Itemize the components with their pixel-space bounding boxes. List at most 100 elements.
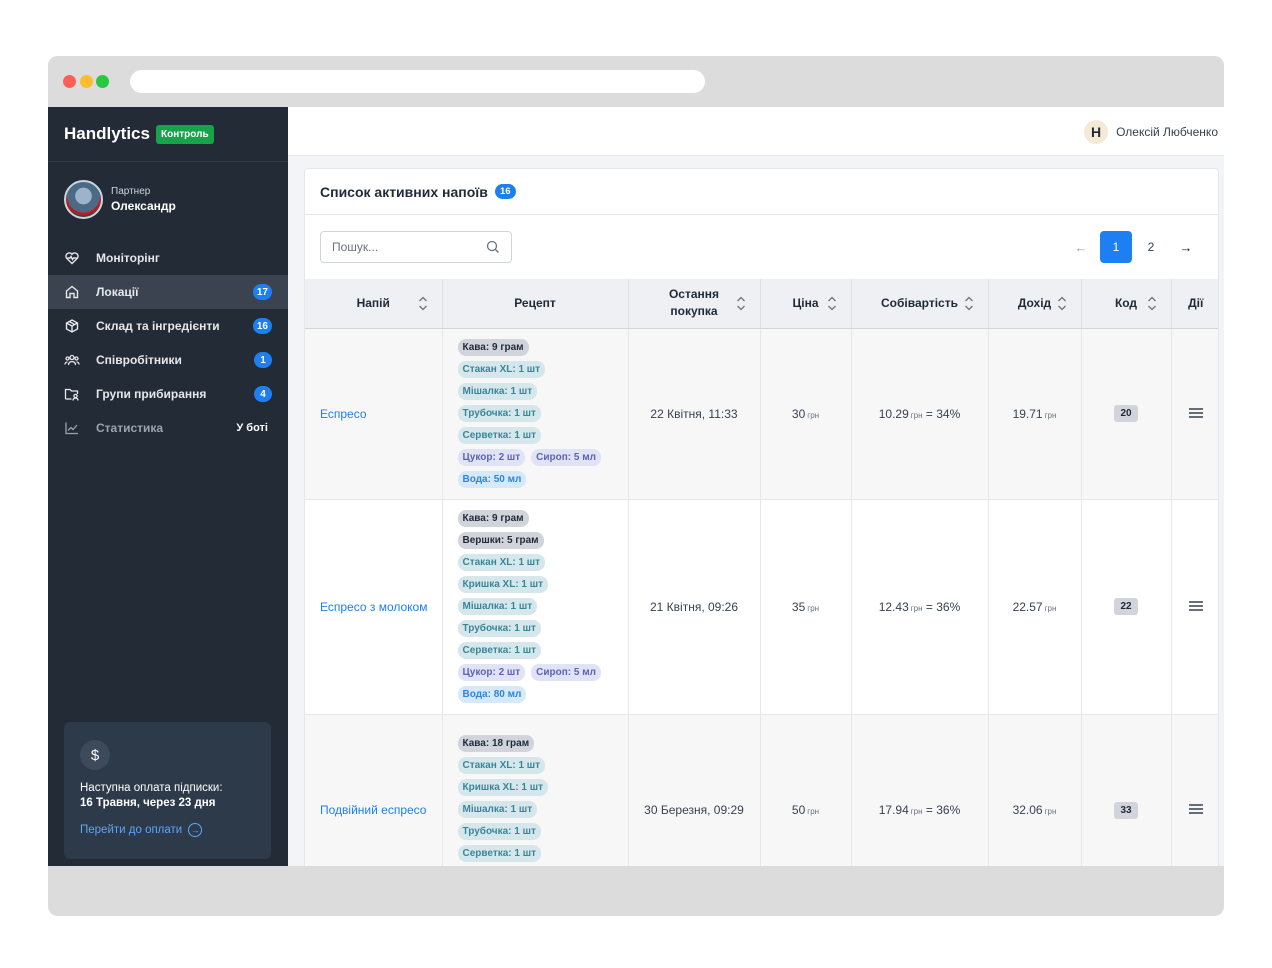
currency-unit: грн [1044, 807, 1057, 816]
sidebar-item-monitoring[interactable]: Моніторінг [48, 241, 288, 275]
sidebar-item-statistics[interactable]: Статистика У боті [48, 411, 288, 445]
card-header: Список активних напоїв 16 [305, 169, 1218, 215]
drink-link[interactable]: Еспресо [305, 405, 442, 423]
cell-drink: Подвійний еспресо [305, 714, 443, 866]
sidebar-item-locations[interactable]: Локації 17 [48, 275, 288, 309]
cell-last-purchase: 30 Березня, 09:29 [628, 714, 761, 866]
cell-income: 32.06 грн [988, 714, 1082, 866]
income-value: 19.71 [1012, 406, 1043, 421]
column-header-price[interactable]: Ціна [760, 279, 852, 329]
go-to-payment-label: Перейти до оплати [80, 824, 183, 836]
table-header-row: Напій Рецепт Остання покупка Ціна Собіва… [305, 279, 1218, 329]
profile[interactable]: Партнер Олександр [48, 162, 288, 233]
browser-window: Handlytics Контроль Партнер Олександр Мо… [48, 56, 1224, 916]
drink-link[interactable]: Подвійний еспресо [305, 801, 442, 819]
sidebar-item-label: Співробітники [96, 353, 182, 367]
drinks-table: Напій Рецепт Остання покупка Ціна Собіва… [305, 279, 1218, 866]
menu-icon[interactable] [1188, 407, 1203, 418]
ingredient-tag: Вершки: 5 грам [457, 531, 544, 549]
ingredient-tag: Вода: 50 мл [457, 470, 527, 488]
ingredient-tag: Стакан XL: 1 шт [457, 553, 546, 571]
sort-icon [827, 296, 836, 311]
income-value: 22.57 [1012, 599, 1043, 614]
subscription-date: 16 Травня, через 23 дня [80, 797, 216, 809]
ingredient-tag: Кришка XL: 1 шт [457, 779, 548, 796]
table-row: Еспресо з молоком Кава: 9 грам Вершки: 5 г… [305, 499, 1218, 715]
page-button-1[interactable]: 1 [1100, 231, 1132, 263]
currency-unit: грн [807, 603, 820, 613]
pagination: ← 1 2 → [1062, 231, 1202, 263]
cell-recipe: Кава: 9 грам Стакан XL: 1 шт Мішалка: 1 шт… [442, 328, 629, 500]
prev-page-button[interactable]: ← [1065, 231, 1097, 263]
cost-percent: = 34% [925, 406, 961, 421]
sort-icon [418, 296, 427, 311]
cell-recipe: Кава: 18 грам Стакан XL: 1 шт Кришка XL: 1… [442, 714, 629, 866]
cell-drink: Еспресо [305, 328, 443, 500]
address-bar[interactable] [130, 70, 705, 93]
user-menu[interactable]: H Олексій Любченко [1084, 120, 1218, 144]
search-input[interactable] [320, 231, 512, 263]
ingredient-tag: Кава: 9 грам [457, 338, 529, 356]
home-icon [64, 284, 80, 300]
sort-icon [736, 296, 745, 311]
chart-line-icon [64, 420, 80, 436]
next-page-button[interactable]: → [1170, 231, 1202, 263]
currency-unit: грн [1044, 603, 1057, 613]
drink-link[interactable]: Еспресо з молоком [305, 598, 442, 616]
brand-name[interactable]: Handlytics [64, 124, 150, 144]
ingredient-tag: Трубочка: 1 шт [457, 404, 541, 422]
code-badge: 20 [1114, 405, 1138, 422]
sidebar-item-employees[interactable]: Співробітники 1 [48, 343, 288, 377]
cell-code: 33 [1081, 714, 1172, 866]
ingredient-tag: Стакан XL: 1 шт [457, 757, 546, 774]
heart-pulse-icon [64, 250, 80, 266]
ingredient-tag: Кришка XL: 1 шт [457, 575, 548, 593]
sidebar-item-badge: 17 [252, 284, 272, 300]
cell-cost: 12.43 грн = 36% [851, 499, 989, 715]
profile-role: Партнер [111, 186, 151, 197]
page-button-2[interactable]: 2 [1135, 231, 1167, 263]
table-body: Еспресо Кава: 9 грам Стакан XL: 1 шт Мішалк… [305, 328, 1218, 866]
page-title: Список активних напоїв [320, 183, 488, 200]
cell-cost: 17.94 грн = 36% [851, 714, 989, 866]
sidebar-item-cleaning-groups[interactable]: Групи прибирання 4 [48, 377, 288, 411]
cell-last-purchase: 21 Квітня, 09:26 [628, 499, 761, 715]
column-header-actions: Дії [1171, 279, 1218, 329]
currency-unit: грн [910, 410, 923, 420]
cell-actions [1171, 714, 1218, 866]
menu-icon[interactable] [1188, 600, 1203, 611]
column-header-income[interactable]: Дохід [988, 279, 1082, 329]
subscription-label: Наступна оплата підписки: [80, 782, 223, 794]
go-to-payment-link[interactable]: Перейти до оплати → [80, 823, 255, 837]
code-badge: 22 [1114, 598, 1138, 615]
arrow-right-circle-icon: → [188, 823, 203, 837]
cell-drink: Еспресо з молоком [305, 499, 443, 715]
minimize-window-dot[interactable] [80, 75, 93, 88]
profile-name: Олександр [111, 199, 176, 213]
table-row: Еспресо Кава: 9 грам Стакан XL: 1 шт Мішалк… [305, 328, 1218, 500]
sidebar: Handlytics Контроль Партнер Олександр Мо… [48, 107, 288, 866]
ingredient-tag: Кава: 9 грам [457, 509, 529, 527]
ingredient-tag: Мішалка: 1 шт [457, 597, 538, 615]
cell-recipe: Кава: 9 грам Вершки: 5 грам Стакан XL: 1 ш… [442, 499, 629, 715]
sidebar-item-label: Моніторінг [96, 251, 160, 265]
cost-value: 10.29 [878, 406, 909, 421]
cell-last-purchase: 22 Квітня, 11:33 [628, 328, 761, 500]
sort-icon [964, 296, 973, 311]
ingredient-tag: Вода: 80 мл [457, 685, 527, 703]
ingredient-tag: Сироп: 5 мл [531, 448, 601, 466]
column-header-cost[interactable]: Собівартість [851, 279, 989, 329]
column-header-code[interactable]: Код [1081, 279, 1172, 329]
column-header-drink[interactable]: Напій [305, 279, 443, 329]
ingredient-tag: Сироп: 5 мл [531, 663, 601, 681]
close-window-dot[interactable] [63, 75, 76, 88]
ingredient-tag: Мішалка: 1 шт [457, 382, 538, 400]
sidebar-item-warehouse[interactable]: Склад та інгредієнти 16 [48, 309, 288, 343]
maximize-window-dot[interactable] [96, 75, 109, 88]
ingredient-tag: Серветка: 1 шт [457, 426, 541, 444]
menu-icon[interactable] [1188, 804, 1203, 814]
ingredient-tag: Серветка: 1 шт [457, 641, 541, 659]
box-icon [64, 318, 80, 334]
sidebar-item-label: Локації [96, 285, 139, 299]
column-header-last-purchase[interactable]: Остання покупка [628, 279, 761, 329]
